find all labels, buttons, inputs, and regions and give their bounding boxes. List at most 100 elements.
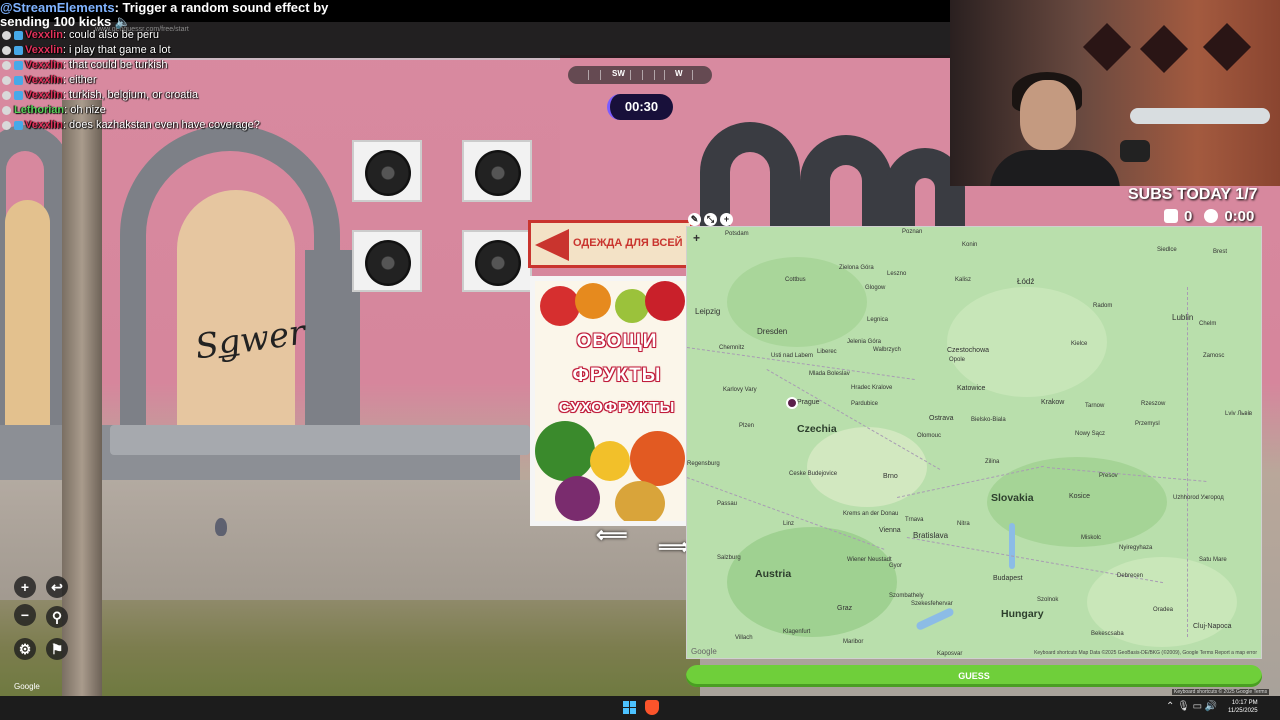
map-city: Hradec Kralove [851,385,893,391]
undo-move-icon[interactable]: ↩ [46,576,68,598]
badge-icon [14,75,23,85]
map-city: Radom [1093,303,1113,309]
map-city: Czestochowa [947,347,990,354]
map-country: Austria [755,568,792,580]
map-city: Mlada Boleslav [809,371,850,377]
map-city: Konin [962,242,978,248]
map-city: Bratislava [913,531,949,540]
badge-icon [2,30,11,40]
map-city: Salzburg [717,555,741,561]
map-country: Czechia [797,423,837,435]
map-city: Zamosc [1203,353,1225,359]
shop-sign-arrow: ОДЕЖДА ДЛЯ ВСЕЙ СЕМЬ [528,220,718,268]
system-tray-icons[interactable]: ⌃ 🎙 ▭ 🔊 [1166,701,1217,712]
flag-icon[interactable]: ⚑ [46,638,68,660]
webcam-feed [950,0,1280,186]
chat-overlay: Vexxlin: could also be peru Vexxlin: i p… [2,28,422,133]
chat-user: Lethorian [14,104,65,116]
zoom-in-button[interactable]: + [14,576,36,598]
windows-start-icon[interactable] [623,701,636,714]
alert-name: @StreamElements [0,0,115,15]
map-zoom-in[interactable]: + [693,231,700,245]
expand-icon[interactable]: + [720,213,733,226]
map-city: Bekescsaba [1091,631,1124,637]
badge-icon [14,90,23,100]
chat-message: Vexxlin: does kazhakstan even have cover… [2,118,422,133]
chat-user: Vexxlin [25,59,63,71]
map-city: Nyiregyhaza [1119,545,1153,551]
badge-icon [14,120,23,130]
map-city: Vienna [879,527,901,534]
grass [0,600,700,696]
map-city: Cluj-Napoca [1193,623,1232,630]
map-google-logo: Google [691,647,717,656]
map-city: Brno [883,473,898,480]
air-conditioner [462,230,532,292]
map-city: Brest [1213,249,1228,255]
zoom-out-button[interactable]: − [14,604,36,626]
map-city: Debrecen [1117,573,1144,579]
collapse-icon[interactable]: ⤡ [704,213,717,226]
map-city: Uzhhorod Ужгород [1173,495,1224,501]
brave-browser-icon[interactable] [645,700,659,715]
street-view-footer[interactable]: Keyboard shortcuts © 2025 Google Terms [1172,689,1270,695]
map-city: Szombathely [889,593,924,599]
map-city: Prague [797,399,820,406]
map-city: Pardubice [851,401,879,407]
map-city: Presov [1099,473,1118,479]
map-city: Walbrzych [873,347,901,353]
badge-icon [2,60,11,70]
map-attribution[interactable]: Keyboard shortcuts Map Data ©2025 GeoBas… [1034,650,1257,656]
map-city: Oradea [1153,607,1174,613]
chat-text: : does kazhakstan even have coverage? [62,119,260,131]
badge-icon [2,120,11,130]
air-conditioner [352,140,422,202]
map-city: Klagenfurt [783,629,811,635]
map-country: Slovakia [991,492,1034,504]
move-arrow[interactable]: ⟸ [596,522,628,548]
map-city: Trnava [905,517,924,523]
chat-user: Vexxlin [25,29,63,41]
guess-map[interactable]: + Potsdam Poznan Konin Zielona Góra Lesz… [686,226,1262,659]
guess-button[interactable]: GUESS [686,665,1262,687]
map-city: Zielona Góra [839,265,874,271]
map-city: Potsdam [725,231,749,237]
map-city: Szolnok [1037,597,1059,603]
map-city: Regensburg [687,461,720,467]
utility-pole [62,100,102,696]
map-city: Plzen [739,423,755,429]
compass-w: W [675,69,683,78]
guess-marker[interactable] [786,397,798,409]
air-conditioner [352,230,422,292]
badge-icon [2,105,11,115]
subs-time: 0:00 [1224,208,1255,225]
map-city: Leszno [887,271,907,277]
map-city: Chemnitz [719,345,745,351]
round-timer: 00:30 [607,94,673,120]
return-to-start-icon[interactable]: ⚲ [46,606,68,628]
map-country: Hungary [1001,608,1044,620]
map-city: Linz [783,521,795,527]
move-arrow[interactable]: ⟹ [658,534,690,560]
badge-icon [14,30,23,40]
compass: SW W [568,66,712,84]
chat-text: : could also be peru [62,29,159,41]
map-city: Satu Mare [1199,557,1227,563]
map-city: Usti nad Labem [771,353,814,359]
map-city: Krems an der Donau [843,511,899,517]
pin-map-icon[interactable]: ✎ [688,213,701,226]
pigeon [215,518,227,536]
map-city: Zilina [985,459,1000,465]
map-city: Kaposvar [937,651,963,657]
settings-gear-icon[interactable]: ⚙ [14,638,36,660]
badge-icon [2,45,11,55]
chat-user: Vexxlin [25,119,63,131]
chat-text: : either [62,74,97,86]
compass-sw: SW [612,69,625,78]
subs-icon [1164,209,1178,223]
map-city: Legnica [867,317,889,323]
taskbar-clock[interactable]: 10:17 PM 11/25/2025 [1228,699,1258,715]
billboard-line: СУХОФРУКТЫ [558,399,676,416]
map-city: Szekesfehervar [911,601,953,607]
badge-icon [2,90,11,100]
